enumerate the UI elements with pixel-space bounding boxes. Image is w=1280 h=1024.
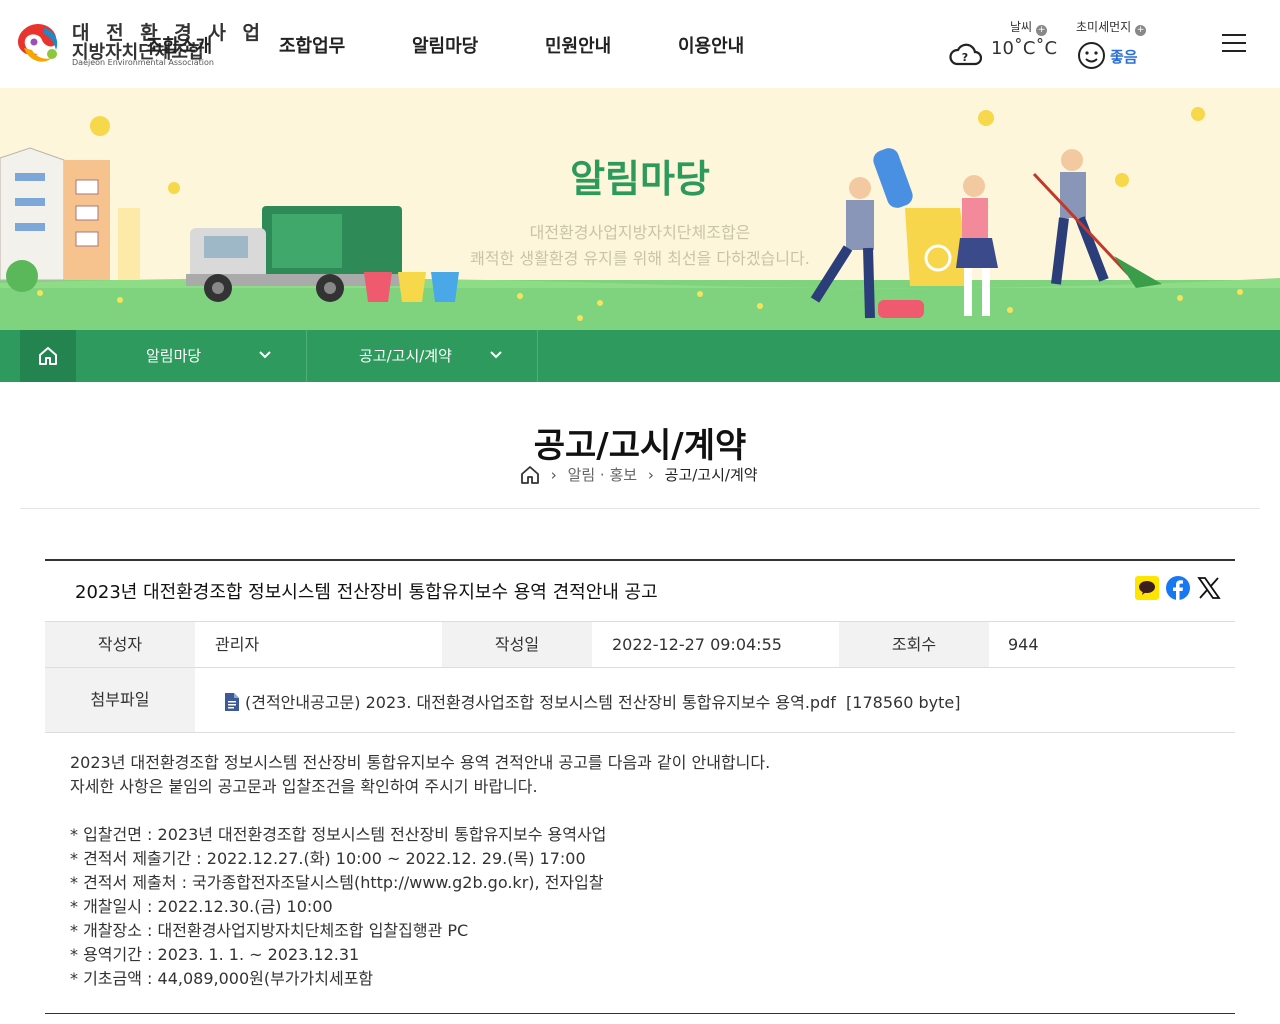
- views-label: 조회수: [839, 622, 989, 667]
- body-list-item: * 용역기간 : 2023. 1. 1. ~ 2023.12.31: [70, 945, 360, 964]
- dust-widget[interactable]: 초미세먼지 +: [1076, 18, 1147, 36]
- facebook-icon[interactable]: [1165, 576, 1190, 600]
- body-list-item: * 기초금액 : 44,089,000원(부가가치세포함: [70, 969, 374, 988]
- banner-illustration: [0, 107, 1280, 330]
- hero-banner: 알림마당 대전환경사업지방자치단체조합은 쾌적한 생활환경 유지를 위해 최선을…: [0, 88, 1280, 330]
- body-list-item: * 입찰건면 : 2023년 대전환경조합 정보시스템 전산장비 통합유지보수 …: [70, 825, 607, 844]
- article-title: 2023년 대전환경조합 정보시스템 전산장비 통합유지보수 용역 견적안내 공…: [75, 582, 658, 603]
- divider: [20, 508, 1260, 509]
- date-label: 작성일: [442, 622, 592, 667]
- nav-item-about[interactable]: 조합소개: [146, 32, 212, 58]
- dust-value: 좋음: [1110, 48, 1138, 66]
- smile-face-icon: [1078, 42, 1105, 69]
- x-icon[interactable]: [1197, 576, 1221, 600]
- svg-text:?: ?: [962, 51, 968, 64]
- home-icon[interactable]: [520, 465, 540, 485]
- plus-icon: +: [1135, 25, 1147, 36]
- file-icon: [225, 693, 239, 711]
- author-value: 관리자: [215, 635, 260, 654]
- attachment-row: 첨부파일 (견적안내공고문) 2023. 대전환경사업조합 정보시스템 전산장비…: [45, 668, 1235, 733]
- site-header: 대 전 환 경 사 업 지방자치단체조합 Daejeon Environment…: [0, 0, 1280, 88]
- banner-subtitle-line1: 대전환경사업지방자치단체조합은: [529, 223, 751, 242]
- article-bottom-border: [45, 1013, 1235, 1014]
- nav-item-work[interactable]: 조합업무: [279, 32, 345, 58]
- chevron-down-icon: [259, 351, 271, 359]
- weather-value: 10˚C˚C: [991, 38, 1058, 59]
- date-value: 2022-12-27 09:04:55: [612, 635, 782, 654]
- cloud-question-icon: ?: [949, 43, 982, 66]
- body-paragraph: 2023년 대전환경조합 정보시스템 전산장비 통합유지보수 용역 견적안내 공…: [70, 753, 771, 772]
- article-body: 2023년 대전환경조합 정보시스템 전산장비 통합유지보수 용역 견적안내 공…: [45, 733, 1235, 991]
- body-list-item: * 견적서 제출처 : 국가종합전자조달시스템(http://www.g2b.g…: [70, 873, 604, 892]
- board-view: 2023년 대전환경조합 정보시스템 전산장비 통합유지보수 용역 견적안내 공…: [45, 559, 1235, 991]
- breadcrumb-current: 공고/고시/계약: [664, 466, 758, 484]
- dust-label: 초미세먼지: [1076, 20, 1132, 34]
- chevron-right-icon: ›: [647, 465, 654, 484]
- breadcrumb-item[interactable]: 알림 · 홍보: [568, 466, 638, 484]
- body-paragraph: 자세한 사항은 붙임의 공고문과 입찰조건을 확인하여 주시기 바랍니다.: [70, 777, 538, 796]
- page-title: 공고/고시/계약: [533, 426, 747, 466]
- menu-hamburger-icon[interactable]: [1222, 34, 1246, 54]
- author-label: 작성자: [45, 622, 195, 667]
- logo-text-english: Daejeon Environmental Association: [72, 58, 214, 67]
- home-icon: [39, 347, 57, 365]
- weather-widget[interactable]: 날씨 +: [1010, 18, 1048, 36]
- kakaotalk-icon[interactable]: [1134, 576, 1159, 600]
- body-list-item: * 개찰일시 : 2022.12.30.(금) 10:00: [70, 897, 333, 916]
- banner-subtitle: 대전환경사업지방자치단체조합은 쾌적한 생활환경 유지를 위해 최선을 다하겠습…: [440, 220, 840, 272]
- body-list-item: * 개찰장소 : 대전환경사업지방자치단체조합 입찰집행관 PC: [70, 921, 469, 940]
- nav-item-guide[interactable]: 이용안내: [678, 32, 744, 58]
- logo-mark-icon: [18, 24, 58, 62]
- breadcrumb: › 알림 · 홍보 › 공고/고시/계약: [520, 464, 758, 488]
- weather-label: 날씨: [1010, 20, 1033, 34]
- article-header: 2023년 대전환경조합 정보시스템 전산장비 통합유지보수 용역 견적안내 공…: [45, 559, 1235, 622]
- chevron-right-icon: ›: [550, 465, 557, 484]
- attachment-label: 첨부파일: [45, 668, 195, 732]
- nav-item-notice[interactable]: 알림마당: [412, 32, 478, 58]
- article-meta: 작성자 관리자 작성일 2022-12-27 09:04:55 조회수 944: [45, 622, 1235, 668]
- depth1-label: 알림마당: [146, 347, 202, 365]
- depth2-label: 공고/고시/계약: [359, 347, 452, 365]
- share-buttons: [1133, 576, 1221, 602]
- plus-icon: +: [1036, 25, 1048, 36]
- chevron-down-icon: [490, 351, 502, 359]
- views-value: 944: [1008, 635, 1039, 654]
- banner-title: 알림마당: [570, 157, 710, 201]
- body-list-item: * 견적서 제출기간 : 2022.12.27.(화) 10:00 ~ 2022…: [70, 849, 586, 868]
- banner-subtitle-line2: 쾌적한 생활환경 유지를 위해 최선을 다하겠습니다.: [470, 249, 810, 268]
- attachment-filename: (견적안내공고문) 2023. 대전환경사업조합 정보시스템 전산장비 통합유지…: [245, 693, 961, 712]
- attachment-link[interactable]: (견적안내공고문) 2023. 대전환경사업조합 정보시스템 전산장비 통합유지…: [225, 689, 960, 713]
- nav-item-civil[interactable]: 민원안내: [545, 32, 611, 58]
- depth2-dropdown[interactable]: 공고/고시/계약: [307, 330, 538, 382]
- home-button[interactable]: [20, 330, 76, 382]
- sub-navigation: 알림마당 공고/고시/계약: [0, 330, 1280, 382]
- depth1-dropdown[interactable]: 알림마당: [76, 330, 307, 382]
